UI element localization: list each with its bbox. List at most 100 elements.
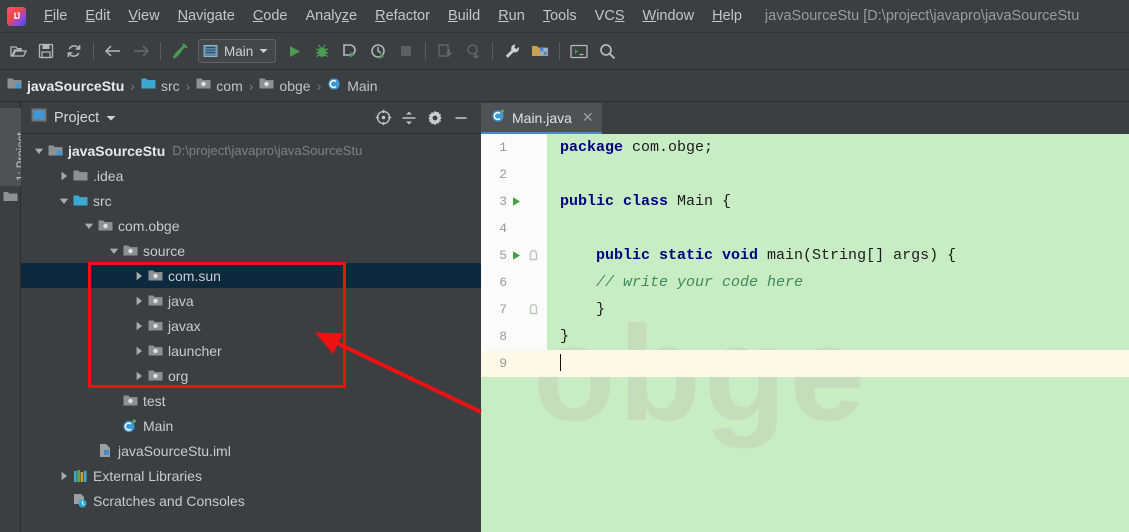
menu-item-code[interactable]: Code xyxy=(244,6,297,26)
breadcrumb-item-com[interactable]: com xyxy=(196,77,243,95)
editor-gutter[interactable]: 2 xyxy=(481,161,547,188)
code-line[interactable]: 6 // write your code here xyxy=(481,269,1129,296)
search-magnifier-icon[interactable] xyxy=(593,37,621,65)
tree-item-java[interactable]: java xyxy=(21,288,481,313)
tree-twisty-expanded-icon[interactable] xyxy=(56,196,71,206)
sync-refresh-icon[interactable] xyxy=(60,37,88,65)
profiler-icon[interactable] xyxy=(364,37,392,65)
menu-item-view[interactable]: View xyxy=(119,6,168,26)
editor-gutter[interactable]: 3 xyxy=(481,188,547,215)
tree-item-org[interactable]: org xyxy=(21,363,481,388)
tree-twisty-expanded-icon[interactable] xyxy=(31,146,46,156)
intellij-idea-window: FileEditViewNavigateCodeAnalyzeRefactorB… xyxy=(0,0,1129,532)
tree-item--idea[interactable]: .idea xyxy=(21,163,481,188)
menu-item-run[interactable]: Run xyxy=(489,6,534,26)
tree-twisty-collapsed-icon[interactable] xyxy=(131,321,146,331)
breadcrumb-item-obge[interactable]: obge xyxy=(259,77,311,95)
menu-item-tools[interactable]: Tools xyxy=(534,6,586,26)
editor-gutter[interactable]: 8 xyxy=(481,323,547,350)
tree-twisty-collapsed-icon[interactable] xyxy=(56,471,71,481)
tree-item-javasourcestu[interactable]: javaSourceStu D:\project\javapro\javaSour… xyxy=(21,138,481,163)
breadcrumb-item-src[interactable]: src xyxy=(141,77,180,95)
tree-item-test[interactable]: test xyxy=(21,388,481,413)
code-line[interactable]: 1 package com.obge; xyxy=(481,134,1129,161)
menu-item-navigate[interactable]: Navigate xyxy=(169,6,244,26)
menu-item-window[interactable]: Window xyxy=(634,6,704,26)
close-icon[interactable]: ✕ xyxy=(582,109,594,126)
stop-square-icon[interactable] xyxy=(392,37,420,65)
code-line[interactable]: 4 xyxy=(481,215,1129,242)
select-opened-file-icon[interactable] xyxy=(371,106,395,130)
tree-item-external-libraries[interactable]: External Libraries xyxy=(21,463,481,488)
menu-item-edit[interactable]: Edit xyxy=(76,6,119,26)
menu-item-build[interactable]: Build xyxy=(439,6,489,26)
project-structure-icon[interactable] xyxy=(526,37,554,65)
code-text: } xyxy=(550,301,605,318)
code-line[interactable]: 8} xyxy=(481,323,1129,350)
back-arrow-icon[interactable] xyxy=(99,37,127,65)
tree-item-source[interactable]: source xyxy=(21,238,481,263)
tree-item-com-obge[interactable]: com.obge xyxy=(21,213,481,238)
tree-item-scratches-and-consoles[interactable]: Scratches and Consoles xyxy=(21,488,481,513)
menu-item-refactor[interactable]: Refactor xyxy=(366,6,439,26)
run-configuration-selector[interactable]: Main xyxy=(198,39,277,63)
build-hammer-icon[interactable] xyxy=(166,37,194,65)
editor-gutter[interactable]: 4 xyxy=(481,215,547,242)
breadcrumb-item-main[interactable]: Main xyxy=(327,76,378,96)
run-play-icon[interactable] xyxy=(280,37,308,65)
code-line[interactable]: 2 xyxy=(481,161,1129,188)
menu-item-vcs[interactable]: VCS xyxy=(586,6,634,26)
debug-bug-icon[interactable] xyxy=(308,37,336,65)
code-line[interactable]: 3 public class Main { xyxy=(481,188,1129,215)
menu-item-help[interactable]: Help xyxy=(703,6,751,26)
tree-item-launcher[interactable]: launcher xyxy=(21,338,481,363)
hide-panel-icon[interactable] xyxy=(449,106,473,130)
editor-gutter[interactable]: 7 xyxy=(481,296,547,323)
tree-twisty-collapsed-icon[interactable] xyxy=(131,296,146,306)
editor-gutter[interactable]: 5 xyxy=(481,242,547,269)
code-line[interactable]: 7 } xyxy=(481,296,1129,323)
run-gutter-icon[interactable] xyxy=(507,196,525,207)
code-line[interactable]: 5 public static void main(String[] args)… xyxy=(481,242,1129,269)
update-project-icon[interactable] xyxy=(431,37,459,65)
package-icon xyxy=(146,369,164,382)
menu-item-file[interactable]: File xyxy=(35,6,76,26)
code-text: } xyxy=(550,328,569,345)
tree-item-javasourcestu-iml[interactable]: javaSourceStu.iml xyxy=(21,438,481,463)
code-editor[interactable]: obge 1package com.obge;23public class Ma… xyxy=(481,134,1129,532)
tree-twisty-expanded-icon[interactable] xyxy=(106,246,121,256)
code-line[interactable]: 9 xyxy=(481,350,1129,377)
tree-item-javax[interactable]: javax xyxy=(21,313,481,338)
run-with-coverage-icon[interactable] xyxy=(336,37,364,65)
save-icon[interactable] xyxy=(32,37,60,65)
menu-item-analyze[interactable]: Analyze xyxy=(297,6,367,26)
scratches-consoles-icon xyxy=(71,493,89,508)
commit-icon[interactable] xyxy=(459,37,487,65)
tree-item-src[interactable]: src xyxy=(21,188,481,213)
code-fold-icon[interactable] xyxy=(525,303,541,316)
forward-arrow-icon[interactable] xyxy=(127,37,155,65)
code-fold-icon[interactable] xyxy=(525,249,541,262)
editor-gutter[interactable]: 9 xyxy=(481,350,547,377)
tree-item-main[interactable]: Main xyxy=(21,413,481,438)
editor-gutter[interactable]: 6 xyxy=(481,269,547,296)
open-folder-icon[interactable] xyxy=(4,37,32,65)
tree-item-label: .idea xyxy=(93,167,124,184)
tree-twisty-collapsed-icon[interactable] xyxy=(131,346,146,356)
breadcrumb-item-javasourcestu[interactable]: javaSourceStu xyxy=(7,77,124,95)
collapse-all-icon[interactable] xyxy=(397,106,421,130)
tab-main-java[interactable]: Main.java ✕ xyxy=(481,103,602,134)
editor-gutter[interactable]: 1 xyxy=(481,134,547,161)
terminal-icon[interactable] xyxy=(565,37,593,65)
tree-item-com-sun[interactable]: com.sun xyxy=(21,263,481,288)
run-gutter-icon[interactable] xyxy=(507,250,525,261)
chevron-down-icon[interactable] xyxy=(106,109,116,127)
tree-twisty-collapsed-icon[interactable] xyxy=(56,171,71,181)
sidebar-item-project[interactable]: 1: Project xyxy=(0,108,28,186)
settings-wrench-icon[interactable] xyxy=(498,37,526,65)
structure-folder-icon[interactable] xyxy=(3,190,18,208)
tree-twisty-expanded-icon[interactable] xyxy=(81,221,96,231)
settings-gear-icon[interactable] xyxy=(423,106,447,130)
tree-twisty-collapsed-icon[interactable] xyxy=(131,271,146,281)
tree-twisty-collapsed-icon[interactable] xyxy=(131,371,146,381)
